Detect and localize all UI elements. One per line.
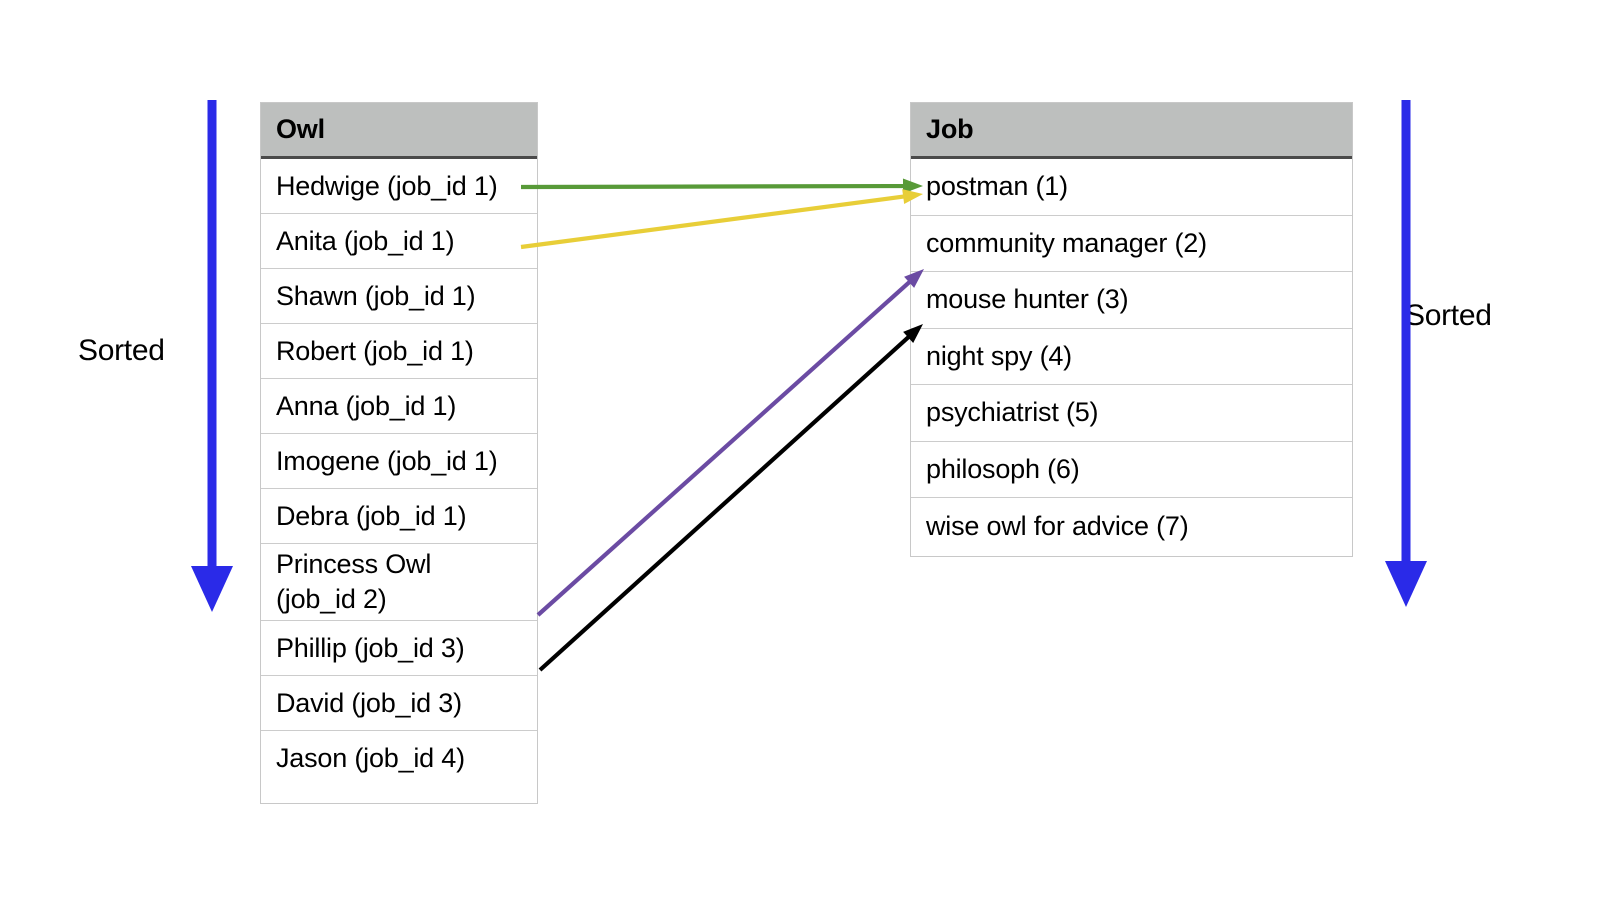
table-row: Jason (job_id 4) — [276, 743, 465, 774]
sorted-label-right: Sorted — [1405, 299, 1492, 332]
diagram-canvas: Owl Hedwige (job_id 1) Anita (job_id 1) … — [0, 0, 1597, 910]
link-phillip-mousehunter — [538, 324, 923, 672]
link-princess-mousehunter-shaft — [536, 278, 914, 617]
link-anita-postman-shaft — [520, 194, 908, 250]
owl-table-header: Owl — [261, 103, 537, 159]
link-phillip-mousehunter-shaft — [538, 333, 913, 672]
table-row: Shawn (job_id 1) — [261, 269, 537, 324]
table-row: Princess Owl (job_id 2) — [261, 544, 537, 621]
sorted-label-left: Sorted — [78, 334, 165, 367]
table-row: mouse hunter (3) — [911, 272, 1352, 329]
table-row: psychiatrist (5) — [911, 385, 1352, 442]
owl-table: Owl Hedwige (job_id 1) Anita (job_id 1) … — [260, 102, 538, 804]
table-row: Anna (job_id 1) — [261, 379, 537, 434]
link-anita-postman — [520, 189, 923, 250]
table-row: night spy (4) — [911, 329, 1352, 385]
table-row: David (job_id 3) — [261, 676, 537, 731]
table-row: community manager (2) — [911, 216, 1352, 272]
arrow-overlay — [191, 100, 1427, 672]
table-row: Debra (job_id 1) — [261, 489, 537, 544]
table-row: philosoph (6) — [911, 442, 1352, 498]
job-table-header: Job — [911, 103, 1352, 159]
sorted-arrow-left-head — [191, 566, 233, 612]
sorted-arrow-right — [1385, 100, 1427, 607]
table-row: wise owl for advice (7) — [926, 510, 1189, 541]
table-row: Hedwige (job_id 1) — [261, 159, 537, 214]
link-princess-mousehunter — [536, 269, 924, 617]
sorted-arrow-left — [191, 100, 233, 612]
table-row: Anita (job_id 1) — [261, 214, 537, 269]
job-table: Job postman (1) community manager (2) mo… — [910, 102, 1353, 557]
link-hedwige-postman-shaft — [520, 183, 908, 190]
table-row: Phillip (job_id 3) — [261, 621, 537, 676]
table-row: postman (1) — [911, 159, 1352, 216]
table-row: Robert (job_id 1) — [261, 324, 537, 379]
table-row: Imogene (job_id 1) — [261, 434, 537, 489]
sorted-arrow-right-head — [1385, 561, 1427, 607]
link-hedwige-postman — [520, 178, 923, 194]
link-arrows-group — [520, 178, 924, 672]
